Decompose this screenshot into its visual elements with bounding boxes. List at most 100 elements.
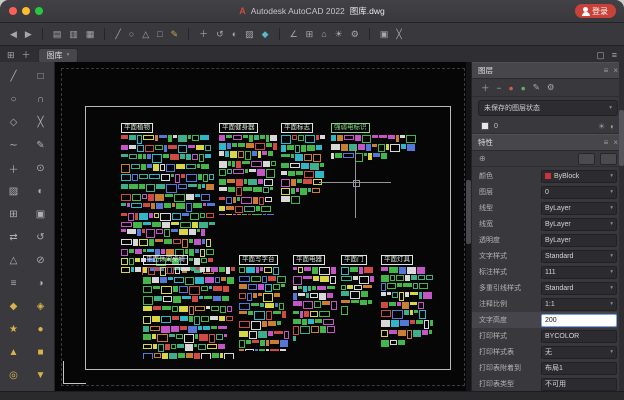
block-thumb[interactable] [181, 267, 190, 271]
block-thumb[interactable] [158, 344, 164, 352]
hatch-icon[interactable]: ▨ [245, 30, 254, 39]
block-thumb[interactable] [166, 184, 177, 193]
rectangle-icon[interactable]: □ [157, 30, 162, 39]
block-thumb[interactable] [189, 239, 193, 243]
block-thumb[interactable] [399, 292, 404, 301]
block-thumb[interactable] [147, 164, 152, 168]
property-value-annotation-scale[interactable]: 1:1▾ [541, 298, 617, 311]
block-thumb[interactable] [291, 179, 296, 186]
block-thumb[interactable] [173, 296, 181, 303]
block-thumb[interactable] [161, 326, 170, 333]
block-thumb[interactable] [211, 267, 218, 272]
block-thumb[interactable] [203, 174, 208, 182]
login-button[interactable]: 登录 [575, 4, 616, 18]
block-thumb[interactable] [308, 319, 314, 324]
block-thumb[interactable] [165, 344, 170, 350]
block-thumb[interactable] [174, 277, 184, 283]
block-thumb[interactable] [364, 267, 373, 273]
block-thumb[interactable] [194, 239, 201, 245]
block-thumb[interactable] [189, 306, 194, 315]
block-thumb[interactable] [239, 331, 248, 337]
block-thumb[interactable] [366, 144, 371, 151]
block-thumb[interactable] [121, 174, 131, 181]
block-thumb[interactable] [176, 203, 185, 209]
block-thumb[interactable] [211, 306, 219, 311]
table-icon[interactable]: ⊞ [306, 30, 314, 39]
maximize-view-icon[interactable]: ▢ [596, 51, 605, 60]
table-tool-icon[interactable]: ⊞ [0, 203, 27, 226]
block-thumb[interactable] [146, 229, 155, 238]
block-thumb[interactable] [270, 349, 279, 351]
block-thumb[interactable] [266, 349, 269, 351]
block-thumb[interactable] [353, 276, 358, 280]
block-thumb[interactable] [260, 303, 264, 307]
block-thumb[interactable] [164, 203, 171, 208]
block-thumb[interactable] [206, 306, 210, 309]
block-thumb[interactable] [121, 184, 128, 189]
block-thumb[interactable] [293, 286, 297, 290]
block-thumb[interactable] [143, 353, 153, 359]
mirror-tool-icon[interactable]: ◑ [27, 272, 54, 295]
block-thumb[interactable] [355, 153, 363, 162]
block-thumb[interactable] [139, 184, 145, 189]
flag-tool-icon[interactable]: ▼ [27, 364, 54, 387]
block-thumb[interactable] [360, 300, 367, 305]
block-thumb[interactable] [242, 214, 247, 215]
block-thumb[interactable] [296, 188, 299, 192]
block-thumb[interactable] [227, 143, 231, 149]
block-thumb[interactable] [153, 164, 159, 171]
block-thumb[interactable] [159, 135, 167, 138]
block-thumb[interactable] [203, 203, 206, 206]
block-thumb[interactable] [216, 334, 223, 340]
block-thumb[interactable] [312, 286, 316, 290]
layer-dot-tool-icon[interactable]: ● [27, 318, 54, 341]
block-thumb[interactable] [135, 249, 142, 254]
block-thumb[interactable] [258, 179, 263, 184]
block-thumb[interactable] [381, 302, 388, 308]
block-thumb[interactable] [303, 179, 312, 184]
block-thumb[interactable] [129, 145, 136, 149]
block-thumb[interactable] [390, 275, 395, 281]
block-thumb[interactable] [263, 161, 270, 167]
block-thumb[interactable] [320, 326, 326, 333]
block-thumb[interactable] [238, 151, 244, 158]
block-thumb[interactable] [148, 194, 154, 201]
block-thumb[interactable] [225, 151, 229, 157]
block-thumb[interactable] [293, 326, 299, 335]
block-thumb[interactable] [304, 311, 309, 317]
block-thumb[interactable] [403, 283, 412, 287]
block-thumb[interactable] [186, 353, 193, 358]
block-thumb[interactable] [211, 326, 217, 329]
block-thumb[interactable] [213, 286, 222, 291]
block-thumb[interactable] [170, 154, 179, 160]
block-thumb[interactable] [248, 311, 253, 315]
block-thumb[interactable] [153, 344, 157, 349]
block-thumb[interactable] [179, 229, 188, 235]
forward-icon[interactable]: ▶ [25, 30, 32, 39]
layers-panel-icon[interactable]: ▦ [86, 30, 95, 39]
block-thumb[interactable] [137, 145, 144, 152]
block-thumb[interactable] [426, 275, 433, 280]
block-thumb[interactable] [277, 276, 286, 283]
block-thumb[interactable] [281, 163, 289, 168]
block-thumb[interactable] [197, 164, 200, 168]
block-thumb[interactable] [226, 197, 232, 204]
block-thumb[interactable] [239, 284, 247, 289]
block-thumb[interactable] [205, 145, 211, 151]
block-insert-tool-icon[interactable]: ◆ [0, 295, 27, 318]
block-thumb[interactable] [413, 330, 421, 337]
block-thumb[interactable] [179, 306, 188, 312]
layer-state-dropdown[interactable]: 未保存的图层状态 ▾ [478, 100, 618, 116]
block-thumb[interactable] [156, 184, 165, 189]
block-thumb[interactable] [172, 316, 179, 320]
block-thumb[interactable] [154, 353, 161, 358]
layer-row[interactable]: 0 ☀ ◐ [472, 119, 624, 134]
block-thumb[interactable] [419, 292, 422, 299]
block-thumb[interactable] [344, 135, 354, 140]
block-thumb[interactable] [219, 197, 225, 200]
block-thumb[interactable] [298, 286, 302, 289]
block-thumb[interactable] [195, 306, 205, 311]
block-thumb[interactable] [121, 164, 130, 173]
block-thumb[interactable] [390, 340, 397, 345]
block-thumb[interactable] [319, 311, 330, 317]
